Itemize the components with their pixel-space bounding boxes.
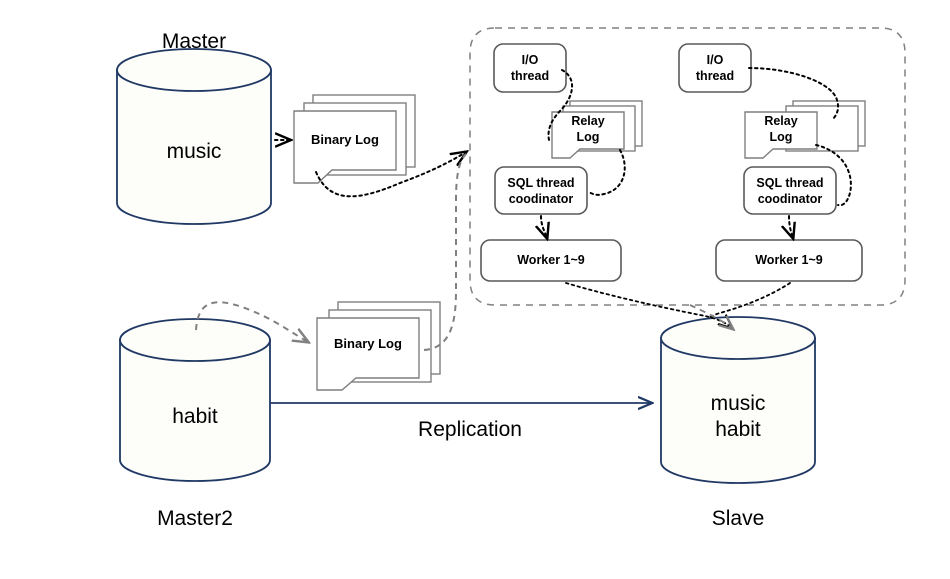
channel-2-sql-coordinator-box — [743, 166, 837, 215]
channel-2-io-thread-box — [678, 43, 752, 93]
slave-cylinder — [660, 316, 816, 484]
master-cylinder — [116, 48, 272, 225]
channel-2-worker-box — [715, 239, 863, 282]
edge-relay-to-sql-1 — [588, 149, 626, 196]
channel-1-worker-box — [480, 239, 622, 282]
channel-1-sql-coordinator-box — [494, 166, 588, 215]
edge-sql-to-worker-1 — [541, 215, 547, 238]
diagram-canvas: Master music habit Master2 music habit S… — [0, 0, 950, 579]
master-binary-log-stack — [293, 94, 416, 184]
diagram-vector-layer — [116, 27, 906, 484]
master2-binary-log-stack — [316, 301, 441, 391]
channel-2-relay-log-stack — [744, 100, 866, 159]
channel-1-io-thread-box — [493, 43, 567, 93]
edge-sql-to-worker-2 — [789, 215, 793, 238]
channel-1-relay-log-stack — [551, 100, 643, 159]
master2-cylinder — [119, 318, 271, 482]
